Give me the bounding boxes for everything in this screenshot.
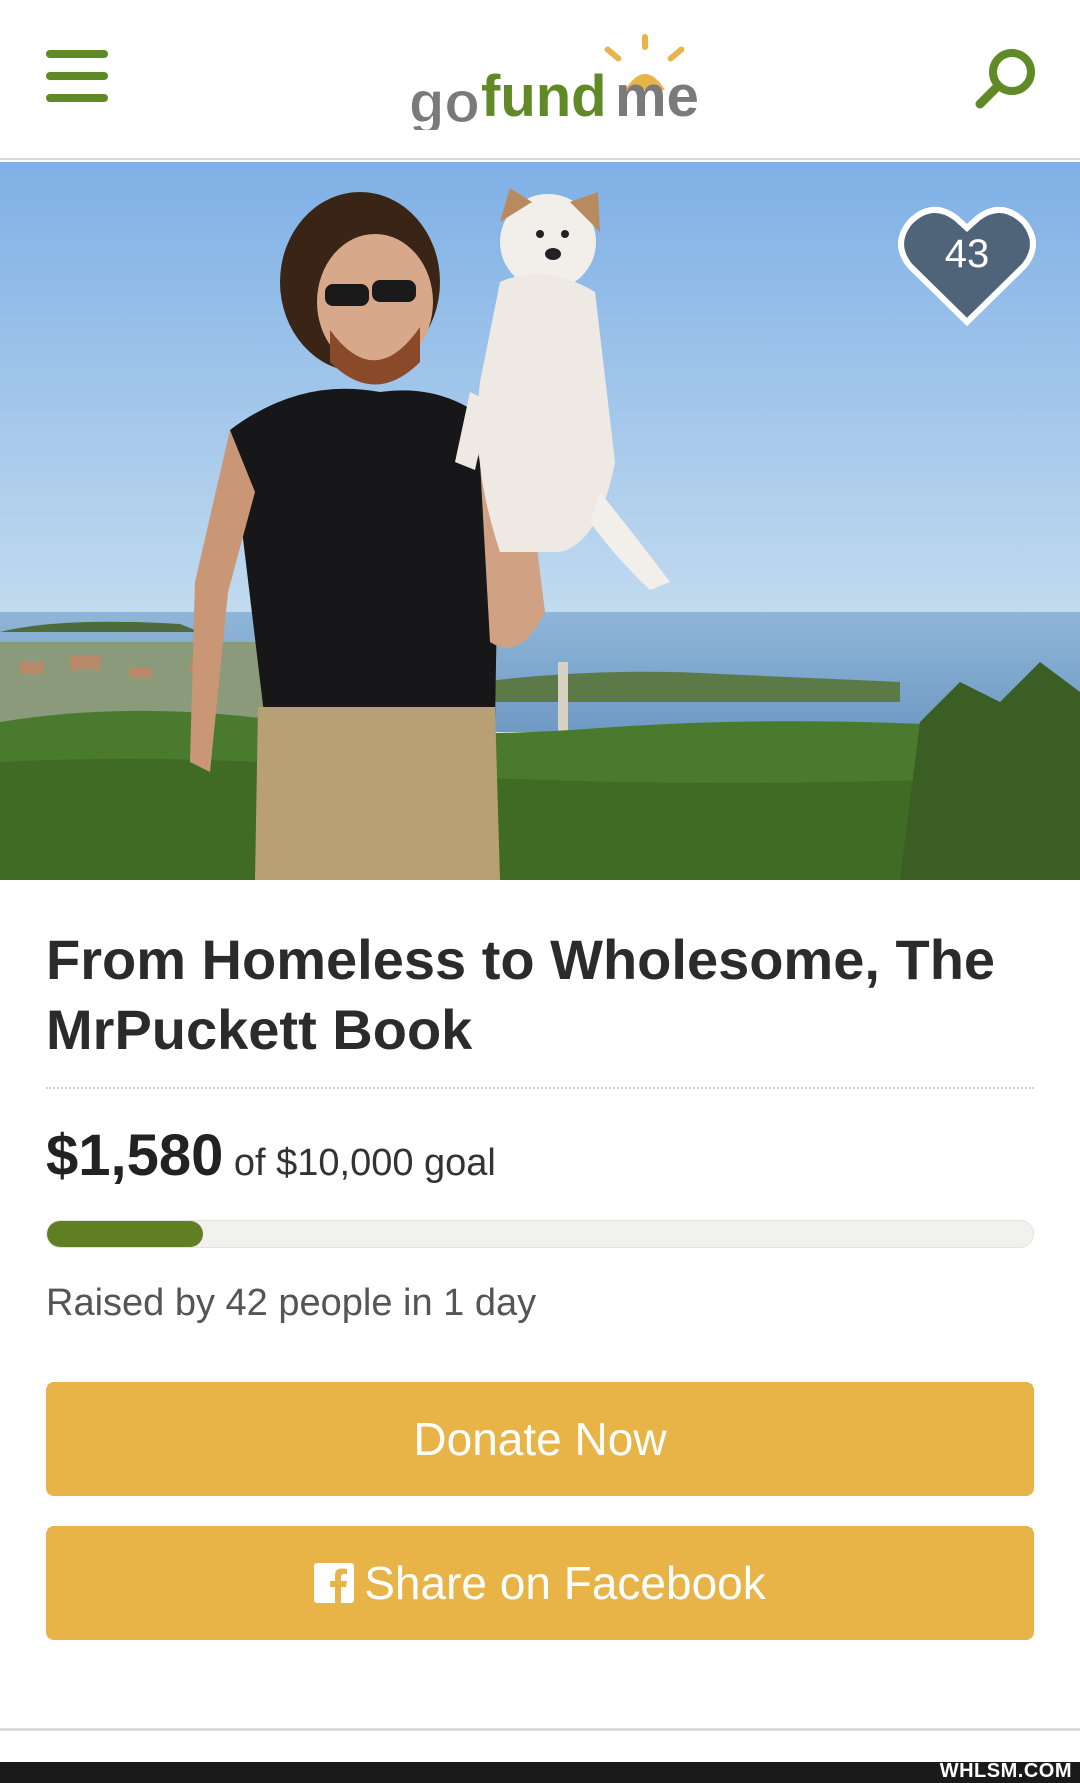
svg-text:go: go <box>409 70 480 130</box>
donate-button-label: Donate Now <box>413 1413 667 1465</box>
share-button-label: Share on Facebook <box>364 1557 766 1609</box>
facebook-icon <box>314 1563 355 1603</box>
funding-progress-bar <box>46 1220 1034 1248</box>
svg-text:me: me <box>615 64 699 129</box>
like-heart-icon[interactable] <box>898 204 1036 326</box>
watermark: WHLSM.COM <box>939 1760 1072 1782</box>
amount-raised: $1,580 <box>46 1123 224 1188</box>
goal-text: of $10,000 goal <box>233 1142 496 1184</box>
gofundme-logo[interactable]: go fund me <box>405 30 725 130</box>
search-icon[interactable] <box>972 46 1038 112</box>
divider <box>46 1087 1034 1089</box>
funding-summary: $1,580 of $10,000 goal <box>46 1122 496 1192</box>
progress-fill <box>47 1221 203 1247</box>
bottom-bar <box>0 1762 1080 1783</box>
svg-text:fund: fund <box>481 64 607 129</box>
app-header: go fund me <box>0 0 1080 160</box>
share-facebook-button[interactable]: Share on Facebook <box>46 1526 1034 1640</box>
donate-button[interactable]: Donate Now <box>46 1382 1034 1496</box>
raised-by-text: Raised by 42 people in 1 day <box>46 1282 537 1324</box>
hamburger-menu-icon[interactable] <box>46 50 114 106</box>
campaign-title: From Homeless to Wholesome, The MrPucket… <box>46 928 996 1061</box>
section-divider <box>0 1728 1080 1731</box>
